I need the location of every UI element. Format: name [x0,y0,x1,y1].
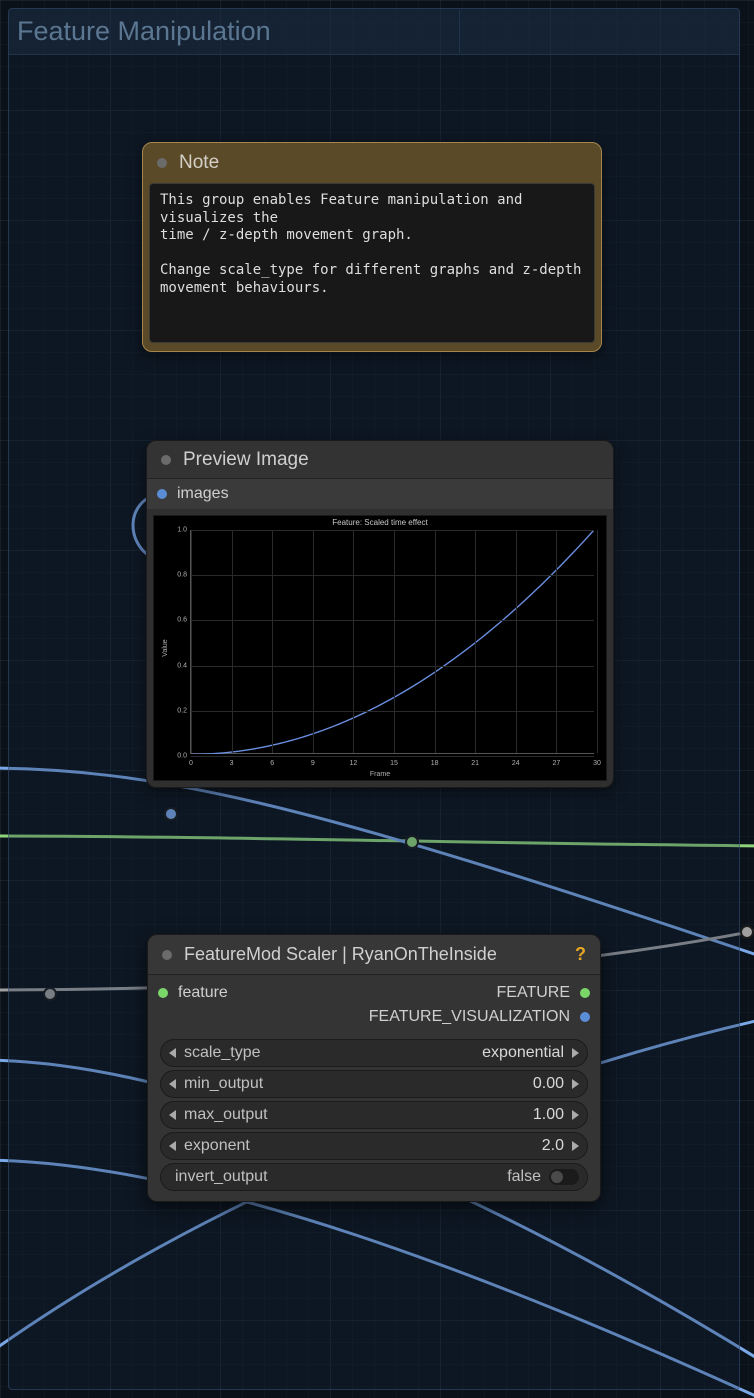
chevron-right-icon[interactable] [572,1141,579,1151]
widget-value: false [507,1168,541,1186]
wire-junction-dot [740,925,754,939]
widget-value: 0.00 [533,1075,564,1093]
port-dot-icon[interactable] [157,489,167,499]
widget-value: 1.00 [533,1106,564,1124]
node-featuremod-title: FeatureMod Scaler | RyanOnTheInside [184,944,497,965]
port-label: feature [178,984,228,1002]
widget-value: exponential [482,1044,564,1062]
help-icon[interactable]: ? [575,944,586,965]
output-port-feature-visualization[interactable]: FEATURE_VISUALIZATION [158,1005,590,1029]
node-note[interactable]: Note This group enables Feature manipula… [142,142,602,352]
widget-label: max_output [184,1106,268,1124]
chart-xlabel: Frame [154,771,606,778]
port-dot-icon[interactable] [580,1012,590,1022]
chevron-left-icon[interactable] [169,1048,176,1058]
toggle-icon[interactable] [549,1169,579,1185]
node-featuremod-scaler[interactable]: FeatureMod Scaler | RyanOnTheInside ? fe… [147,934,601,1202]
widget-max-output[interactable]: max_output 1.00 [160,1101,588,1129]
chart-line [191,530,594,754]
node-preview-image[interactable]: Preview Image images Feature: Scaled tim… [146,440,614,788]
chart-ylabel: Value [162,639,169,656]
widget-exponent[interactable]: exponent 2.0 [160,1132,588,1160]
note-textarea[interactable]: This group enables Feature manipulation … [149,183,595,343]
group-header[interactable]: Feature Manipulation [9,9,739,55]
chart-title: Feature: Scaled time effect [154,518,606,527]
widget-label: invert_output [175,1168,268,1186]
chevron-left-icon[interactable] [169,1110,176,1120]
node-note-title: Note [179,152,219,174]
port-label: images [177,485,229,503]
group-header-divider [459,10,460,53]
collapse-dot-icon[interactable] [161,455,171,465]
node-note-header[interactable]: Note [143,143,601,183]
preview-image: Feature: Scaled time effect Value Frame … [153,515,607,781]
widget-label: exponent [184,1137,250,1155]
node-preview-title: Preview Image [183,449,309,471]
widget-label: min_output [184,1075,263,1093]
collapse-dot-icon[interactable] [162,950,172,960]
chevron-left-icon[interactable] [169,1141,176,1151]
input-port-images[interactable]: images [147,479,613,509]
port-dot-icon[interactable] [158,988,168,998]
widget-value: 2.0 [542,1137,564,1155]
chevron-right-icon[interactable] [572,1110,579,1120]
widget-label: scale_type [184,1044,261,1062]
group-title: Feature Manipulation [17,16,271,47]
port-dot-icon[interactable] [580,988,590,998]
collapse-dot-icon[interactable] [157,158,167,168]
node-featuremod-header[interactable]: FeatureMod Scaler | RyanOnTheInside ? [148,935,600,975]
widget-invert-output[interactable]: invert_output false [160,1163,588,1191]
widget-scale-type[interactable]: scale_type exponential [160,1039,588,1067]
node-preview-header[interactable]: Preview Image [147,441,613,479]
chart-plot-area: 0.00.20.40.60.81.0036912151821242730 [190,530,594,754]
chevron-right-icon[interactable] [572,1048,579,1058]
chevron-right-icon[interactable] [572,1079,579,1089]
chevron-left-icon[interactable] [169,1079,176,1089]
port-label: FEATURE_VISUALIZATION [369,1008,570,1026]
input-port-feature[interactable]: feature FEATURE [158,981,590,1005]
widget-min-output[interactable]: min_output 0.00 [160,1070,588,1098]
port-label: FEATURE [497,984,570,1002]
